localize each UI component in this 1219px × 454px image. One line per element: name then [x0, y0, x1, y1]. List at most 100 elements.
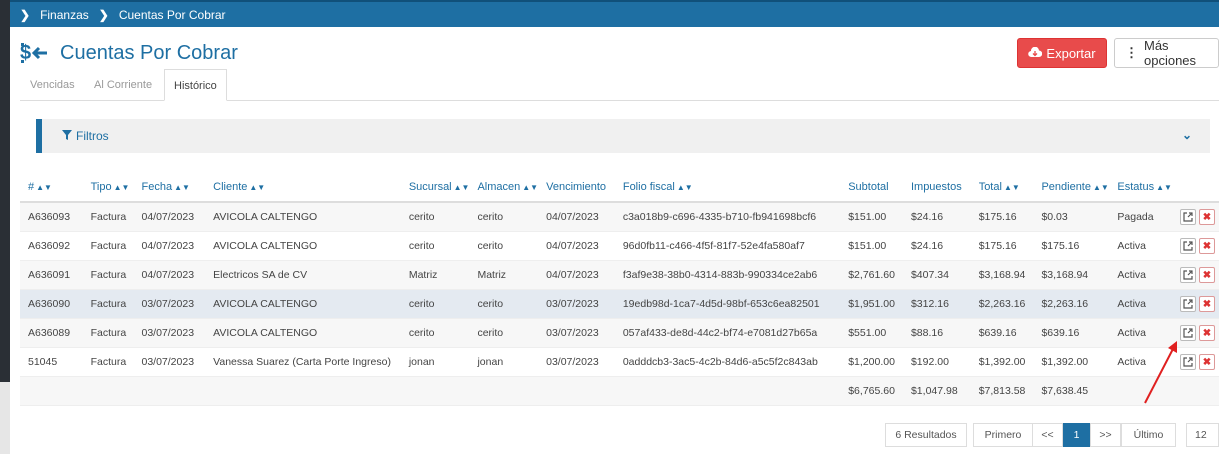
breadcrumb: ❯ Finanzas ❯ Cuentas Por Cobrar [10, 0, 1219, 27]
cell-sucursal: Matriz [400, 260, 470, 290]
tab-al-corriente[interactable]: Al Corriente [94, 69, 152, 101]
row-actions: ✖ [1171, 260, 1219, 290]
col-header-pendiente[interactable]: Pendiente ▲▼ [1033, 173, 1110, 203]
open-external-icon[interactable] [1179, 238, 1196, 254]
empty-cell [205, 376, 401, 406]
delete-icon[interactable]: ✖ [1198, 296, 1215, 312]
totals-row: $6,765.60 $1,047.98 $7,813.58 $7,638.45 [20, 376, 1219, 406]
chevron-down-icon[interactable]: ⌄ [1182, 128, 1192, 142]
cell-total: $175.16 [970, 202, 1034, 232]
cell-pendiente: $0.03 [1033, 202, 1110, 232]
sort-icon: ▲▼ [249, 183, 266, 192]
table-header-row: # ▲▼ Tipo ▲▼ Fecha ▲▼ Cliente ▲▼ Sucursal ▲▼ … [20, 173, 1219, 203]
breadcrumb-item-cuentas: Cuentas Por Cobrar [118, 7, 226, 22]
cell-num: A636089 [20, 318, 83, 348]
open-external-icon[interactable] [1179, 296, 1196, 312]
cell-folio: c3a018b9-c696-4335-b710-fb941698bcf6 [614, 202, 841, 232]
tab-vencidas[interactable]: Vencidas [30, 69, 75, 101]
cell-sucursal: cerito [400, 318, 470, 348]
delete-icon[interactable]: ✖ [1198, 238, 1215, 254]
total-pendiente: $7,638.45 [1033, 376, 1110, 406]
filters-panel[interactable]: Filtros ⌄ [36, 119, 1210, 153]
col-header-cliente[interactable]: Cliente ▲▼ [205, 173, 401, 203]
cell-vencimiento: 03/07/2023 [538, 347, 615, 377]
col-header-total[interactable]: Total ▲▼ [970, 173, 1034, 203]
sort-icon: ▲▼ [174, 183, 190, 192]
cell-almacen: cerito [469, 231, 539, 261]
export-button[interactable]: Exportar [1017, 38, 1107, 68]
sort-icon: ▲▼ [676, 183, 693, 192]
more-options-button[interactable]: ⋮ Más opciones [1114, 38, 1219, 68]
cell-num: A636093 [20, 202, 83, 232]
row-actions: ✖ [1171, 231, 1219, 261]
col-header-sucursal[interactable]: Sucursal ▲▼ [400, 173, 470, 203]
cell-almacen: jonan [469, 347, 539, 377]
prev-page-button[interactable]: << [1032, 423, 1063, 447]
empty-cell [400, 376, 470, 406]
delete-icon[interactable]: ✖ [1198, 325, 1215, 341]
cell-cliente: AVICOLA CALTENGO [205, 289, 401, 319]
cell-tipo: Factura [82, 318, 134, 348]
cell-tipo: Factura [82, 347, 134, 377]
first-page-button[interactable]: Primero [973, 423, 1033, 447]
cell-fecha: 04/07/2023 [133, 202, 206, 232]
cloud-download-icon [1028, 46, 1043, 61]
cell-pendiente: $2,263.16 [1033, 289, 1110, 319]
cell-folio: 057af433-de8d-44c2-bf74-e7081d27b65a [614, 318, 841, 348]
cell-fecha: 03/07/2023 [133, 318, 206, 348]
breadcrumb-item-finanzas[interactable]: Finanzas [40, 8, 89, 22]
table-row: A636089 Factura 03/07/2023 AVICOLA CALTENGO… [20, 318, 1219, 348]
col-header-impuestos: Impuestos [902, 173, 971, 203]
col-header-fecha[interactable]: Fecha ▲▼ [133, 173, 206, 203]
col-header-estatus[interactable]: Estatus ▲▼ [1109, 173, 1172, 203]
cell-sucursal: cerito [400, 202, 470, 232]
col-header-vencimiento: Vencimiento [538, 173, 615, 203]
page-size-select[interactable]: 12 [1186, 423, 1219, 447]
cell-pendiente: $3,168.94 [1033, 260, 1110, 290]
tab-historico[interactable]: Histórico [164, 69, 227, 101]
page-1-button[interactable]: 1 [1063, 423, 1090, 447]
cell-subtotal: $2,761.60 [840, 260, 903, 290]
cell-vencimiento: 04/07/2023 [538, 231, 615, 261]
cell-sucursal: jonan [400, 347, 470, 377]
col-header-folio[interactable]: Folio fiscal ▲▼ [614, 173, 841, 203]
col-header-almacen[interactable]: Almacen ▲▼ [469, 173, 539, 203]
open-external-icon[interactable] [1179, 267, 1196, 283]
next-page-button[interactable]: >> [1090, 423, 1121, 447]
cell-impuestos: $312.16 [902, 289, 971, 319]
sort-icon: ▲▼ [1003, 183, 1020, 192]
vertical-ellipsis-icon: ⋮ [1125, 45, 1138, 60]
cell-cliente: AVICOLA CALTENGO [205, 202, 401, 232]
empty-cell [20, 376, 83, 406]
col-header-tipo[interactable]: Tipo ▲▼ [82, 173, 134, 203]
cell-folio: 0adddcb3-3ac5-4c2b-84d6-a5c5f2c843ab [614, 347, 841, 377]
delete-icon[interactable]: ✖ [1198, 354, 1215, 370]
cell-pendiente: $1,392.00 [1033, 347, 1110, 377]
table-row: 51045 Factura 03/07/2023 Vanessa Suarez (Ca… [20, 347, 1219, 377]
table-row: A636090 Factura 03/07/2023 AVICOLA CALTENGO… [20, 289, 1219, 319]
total-subtotal: $6,765.60 [840, 376, 903, 406]
cell-num: 51045 [20, 347, 83, 377]
cell-total: $639.16 [970, 318, 1034, 348]
row-actions: ✖ [1171, 202, 1219, 232]
page-header: $ Cuentas Por Cobrar [20, 38, 238, 68]
open-external-icon[interactable] [1179, 209, 1196, 225]
delete-icon[interactable]: ✖ [1198, 209, 1215, 225]
last-page-button[interactable]: Último [1121, 423, 1176, 447]
sidebar-dark [0, 0, 10, 382]
cell-sucursal: cerito [400, 231, 470, 261]
export-label: Exportar [1046, 45, 1096, 61]
cell-estatus: Activa [1109, 289, 1172, 319]
cell-subtotal: $1,951.00 [840, 289, 903, 319]
cell-vencimiento: 04/07/2023 [538, 202, 615, 232]
col-header-num[interactable]: # ▲▼ [20, 173, 83, 203]
col-header-subtotal: Subtotal [840, 173, 903, 203]
left-sidebar-edge [0, 0, 10, 454]
cell-folio: f3af9e38-38b0-4314-883b-990334ce2ab6 [614, 260, 841, 290]
table-row: A636093 Factura 04/07/2023 AVICOLA CALTENGO… [20, 202, 1219, 232]
delete-icon[interactable]: ✖ [1198, 267, 1215, 283]
cell-impuestos: $407.34 [902, 260, 971, 290]
chevron-right-icon: ❯ [20, 7, 31, 22]
filters-toggle[interactable]: Filtros [62, 129, 109, 143]
cell-subtotal: $151.00 [840, 202, 903, 232]
